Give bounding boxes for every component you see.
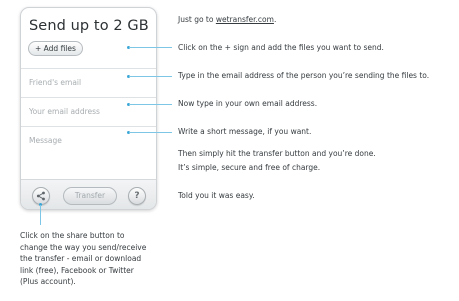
add-files-button[interactable]: + Add files (28, 41, 83, 56)
share-icon (36, 191, 45, 201)
step-own-email-text: Now type in your own email address. (178, 99, 318, 108)
share-note-line-4: link (free), Facebook or Twitter (20, 265, 134, 275)
your-email-placeholder: Your email address (29, 107, 100, 116)
widget-title: Send up to 2 GB (29, 18, 149, 34)
told-you-text: Told you it was easy. (178, 191, 255, 200)
step-friend-email-text: Type in the email address of the person … (178, 71, 430, 80)
share-note-line-3: the transfer - email or download (20, 254, 142, 263)
share-note-line-5: (Plus account). (20, 277, 76, 286)
upload-widget: Send up to 2 GB + Add files Friend's ema… (20, 7, 157, 210)
help-button[interactable]: ? (128, 187, 146, 205)
message-field[interactable]: Message (21, 126, 156, 179)
closing-text-1: Then simply hit the transfer button and … (178, 149, 376, 158)
connector-line-own (129, 104, 172, 105)
step-add-files-text: Click on the + sign and add the files yo… (178, 43, 384, 52)
tutorial-canvas: Send up to 2 GB + Add files Friend's ema… (0, 0, 459, 301)
wetransfer-link[interactable]: wetransfer.com (216, 15, 274, 24)
connector-line-share (40, 205, 41, 225)
share-note-line-2: change the way you send/receive (20, 242, 147, 252)
your-email-field[interactable]: Your email address (21, 97, 156, 126)
question-mark-icon: ? (134, 191, 140, 201)
intro-suffix: . (273, 15, 277, 24)
message-placeholder: Message (29, 136, 62, 145)
transfer-button[interactable]: Transfer (63, 187, 117, 205)
closing-text-2: It’s simple, secure and free of charge. (178, 163, 321, 172)
step-message-text: Write a short message, if you want. (178, 127, 312, 136)
connector-line-add (129, 47, 172, 48)
intro-prefix: Just go to (178, 15, 216, 24)
share-note: Click on the share button to change the … (20, 230, 170, 288)
intro-text: Just go to wetransfer.com. (178, 15, 276, 25)
friends-email-field[interactable]: Friend's email (21, 68, 156, 97)
share-note-line-1: Click on the share button to (20, 231, 125, 240)
friends-email-placeholder: Friend's email (29, 78, 82, 87)
connector-line-friend (129, 76, 172, 77)
connector-line-message (129, 132, 172, 133)
